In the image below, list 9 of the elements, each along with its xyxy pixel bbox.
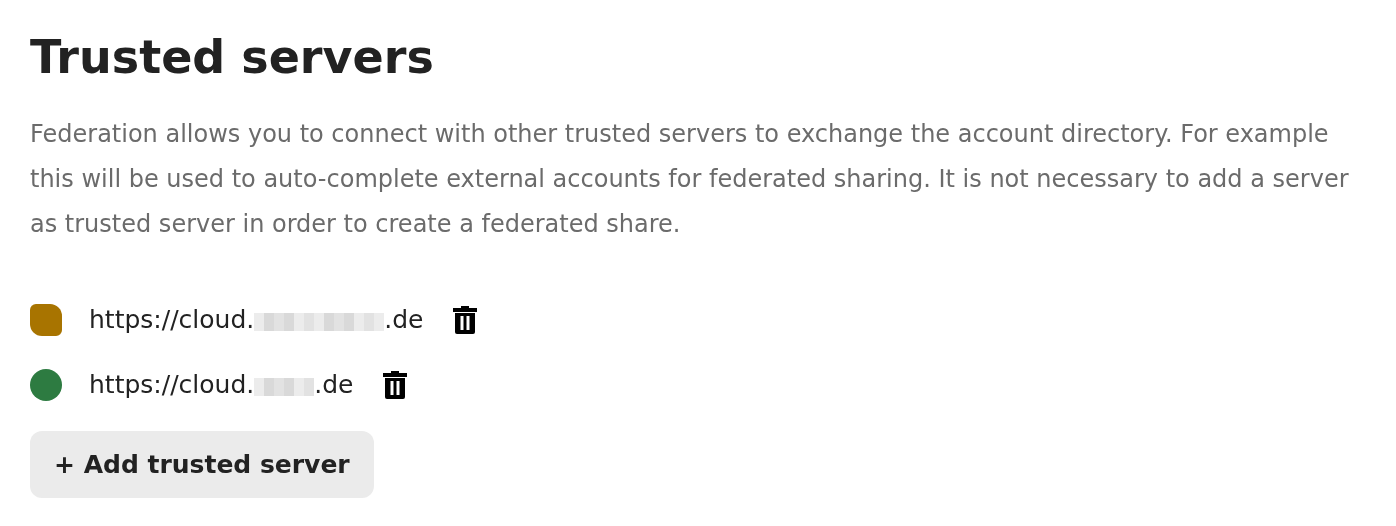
section-title: Trusted servers bbox=[30, 29, 435, 86]
server-url: https://cloud. bbox=[89, 370, 255, 399]
add-trusted-server-button[interactable]: + Add trusted server bbox=[30, 431, 374, 498]
description-text: Federation allows you to connect with other trusted servers to exchange the account directory. For example this will be used to auto-complete external accounts for federated sharing. It is not necessary to add a server as trusted server in order to create a federated share. bbox=[30, 119, 1350, 240]
delete-icon[interactable] bbox=[383, 370, 408, 399]
server-url: https://cloud. bbox=[89, 305, 255, 334]
server-url: .de bbox=[384, 305, 424, 334]
delete-icon[interactable] bbox=[453, 305, 478, 334]
server-url: .de bbox=[314, 370, 354, 399]
